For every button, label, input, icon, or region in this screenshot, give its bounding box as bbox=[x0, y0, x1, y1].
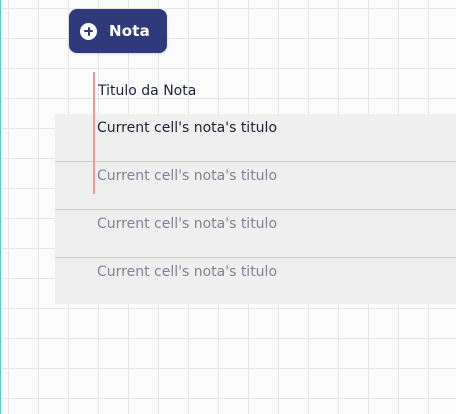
add-nota-label: Nota bbox=[109, 22, 150, 40]
list-item-title: Current cell's nota's titulo bbox=[97, 216, 278, 232]
list-item[interactable]: Current cell's nota's titulo bbox=[55, 258, 456, 306]
canvas-edge-guide bbox=[0, 0, 1, 414]
list-item[interactable]: Current cell's nota's titulo bbox=[55, 210, 456, 258]
list-item-title: Current cell's nota's titulo bbox=[97, 168, 278, 184]
add-nota-button[interactable]: Nota bbox=[69, 9, 167, 53]
list-item[interactable]: Current cell's nota's titulo bbox=[55, 162, 456, 210]
plus-circle-icon bbox=[80, 22, 97, 40]
list-item-title: Current cell's nota's titulo bbox=[97, 264, 278, 280]
selection-cursor-line bbox=[93, 72, 95, 194]
list-header: Titulo da Nota bbox=[98, 83, 197, 99]
list-item[interactable]: Current cell's nota's titulo bbox=[55, 114, 456, 162]
list-item-title: Current cell's nota's titulo bbox=[97, 120, 278, 136]
design-canvas: Nota Titulo da Nota Current cell's nota'… bbox=[0, 0, 456, 414]
notes-list: Current cell's nota's titulo Current cel… bbox=[55, 114, 456, 304]
